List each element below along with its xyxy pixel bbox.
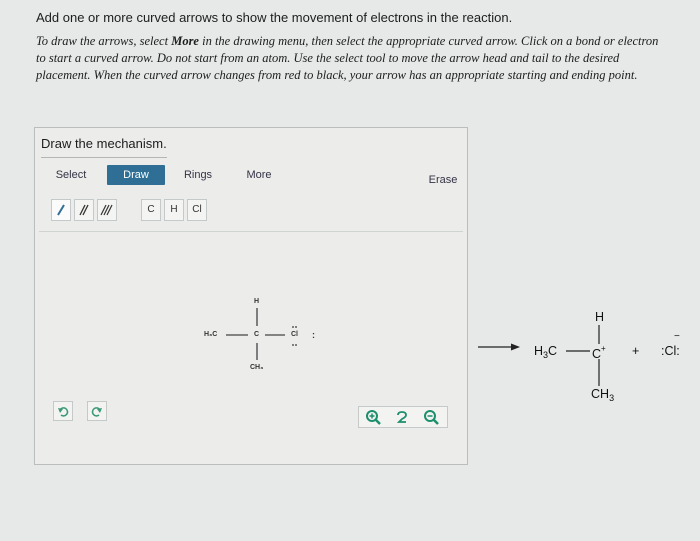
product-bonds (566, 325, 600, 386)
